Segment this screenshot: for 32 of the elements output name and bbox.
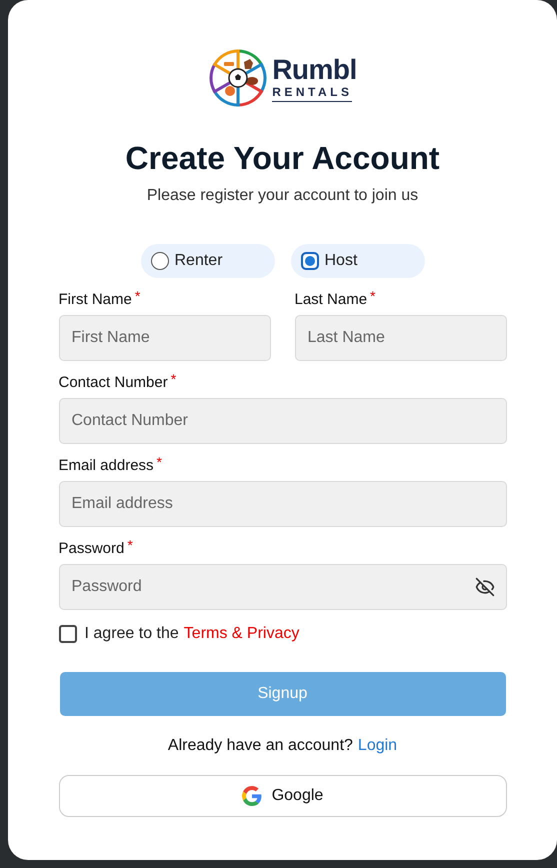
hide-password-icon[interactable]: [474, 577, 494, 597]
logo-name: Rumbl: [272, 54, 357, 84]
google-icon: [242, 786, 262, 806]
required-mark: *: [370, 290, 376, 302]
field-label: Password: [58, 539, 124, 559]
input-field[interactable]: Contact Number: [58, 398, 506, 444]
password-field[interactable]: Password: [58, 564, 506, 610]
field-label: Contact Number: [58, 373, 168, 393]
google-button[interactable]: Google: [58, 775, 506, 817]
page-subtitle: Please register your account to join us: [146, 186, 418, 206]
agree-text: I agree to the: [84, 624, 179, 644]
input-field[interactable]: Email address: [58, 481, 506, 527]
field-label: Last Name: [294, 290, 368, 310]
field-label: First Name: [58, 290, 132, 310]
required-mark: *: [156, 456, 162, 468]
role-radio[interactable]: Host: [290, 244, 424, 278]
radio-empty-icon: [150, 252, 168, 270]
input-field[interactable]: First Name: [58, 315, 270, 361]
terms-link[interactable]: Terms & Privacy: [184, 622, 300, 646]
login-prompt: Already have an account?: [168, 736, 353, 756]
field-label: Email address: [58, 456, 154, 476]
role-radio[interactable]: Renter: [140, 244, 274, 278]
input-field[interactable]: Last Name: [294, 315, 506, 361]
required-mark: *: [127, 539, 133, 551]
required-mark: *: [134, 290, 140, 302]
login-link[interactable]: Login: [358, 734, 398, 758]
logo-tagline: RENTALS: [272, 84, 352, 102]
page-title: Create Your Account: [125, 139, 440, 178]
logo-wheel-icon: [208, 48, 268, 108]
radio-selected-icon: [300, 252, 318, 270]
required-mark: *: [170, 373, 176, 385]
agree-checkbox[interactable]: [58, 625, 76, 643]
